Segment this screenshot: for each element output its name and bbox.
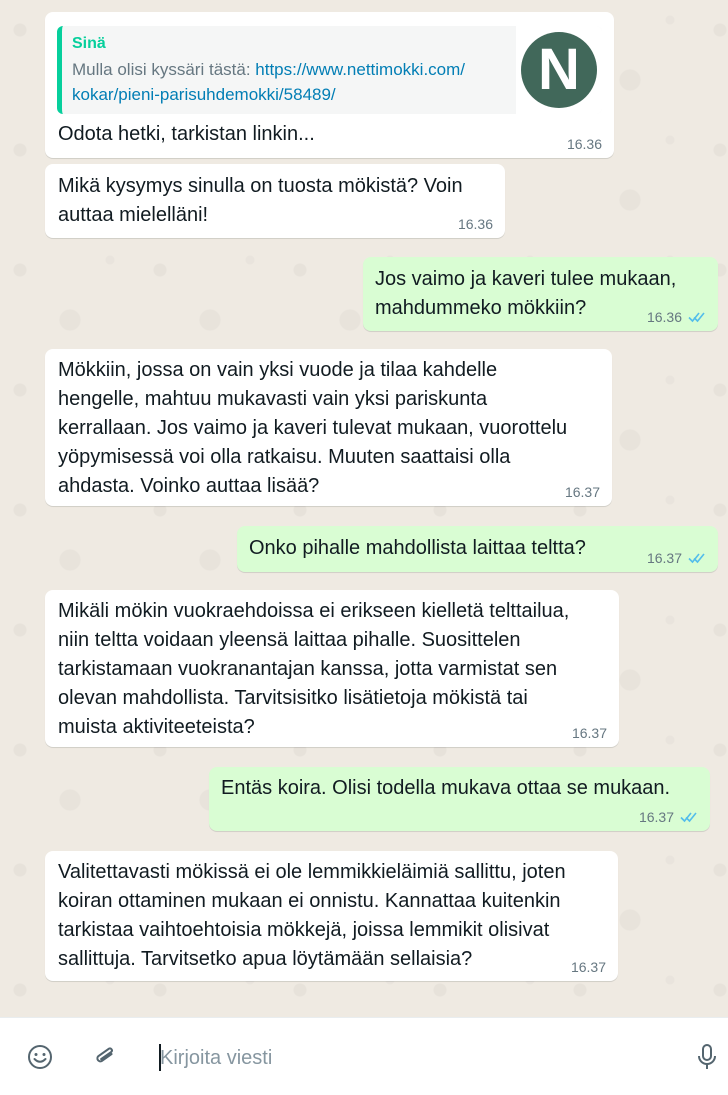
microphone-button[interactable] bbox=[692, 1042, 722, 1072]
chat-area: Sinä Mulla olisi kyssäri tästä: https://… bbox=[0, 0, 728, 1017]
message-time: 16.37 bbox=[571, 725, 607, 741]
message-text: Jos vaimo ja kaveri tulee mukaan, mahdum… bbox=[375, 268, 677, 319]
message-input[interactable] bbox=[160, 1042, 680, 1074]
message-meta: 16.37 bbox=[647, 550, 706, 566]
message-time: 16.36 bbox=[457, 216, 493, 232]
message-time: 16.37 bbox=[638, 809, 674, 825]
message-text: Mikäli mökin vuokraehdoissa ei erikseen … bbox=[58, 600, 570, 738]
message-text: Entäs koira. Olisi todella mukava ottaa … bbox=[221, 777, 671, 799]
read-ticks-icon bbox=[688, 553, 705, 564]
message-bubble-incoming[interactable]: Mökkiin, jossa on vain yksi vuode ja til… bbox=[45, 349, 612, 506]
message-time: 16.36 bbox=[646, 309, 682, 325]
emoji-icon bbox=[28, 1045, 52, 1069]
quoted-message[interactable]: Sinä Mulla olisi kyssäri tästä: https://… bbox=[57, 26, 602, 114]
message-bubble-outgoing[interactable]: Jos vaimo ja kaveri tulee mukaan, mahdum… bbox=[363, 257, 718, 331]
message-time: 16.37 bbox=[570, 959, 606, 975]
microphone-icon bbox=[698, 1044, 716, 1069]
message-bubble-incoming[interactable]: Mikäli mökin vuokraehdoissa ei erikseen … bbox=[45, 590, 619, 747]
message-meta: 16.36 bbox=[458, 216, 493, 232]
message-meta: 16.36 bbox=[647, 309, 706, 325]
message-bubble-outgoing[interactable]: Entäs koira. Olisi todella mukava ottaa … bbox=[209, 767, 710, 831]
message-bubble-incoming[interactable]: Mikä kysymys sinulla on tuosta mökistä? … bbox=[45, 164, 505, 238]
message-meta: 16.37 bbox=[639, 809, 698, 825]
message-bubble-incoming[interactable]: Valitettavasti mökissä ei ole lemmikkiel… bbox=[45, 851, 618, 981]
message-time: 16.37 bbox=[564, 484, 600, 500]
site-logo: N bbox=[521, 32, 597, 108]
quote-text-prefix: Mulla olisi kyssäri tästä: bbox=[72, 60, 256, 79]
message-time: 16.36 bbox=[566, 136, 602, 152]
message-meta: 16.37 bbox=[571, 959, 606, 975]
message-meta: 16.37 bbox=[572, 725, 607, 741]
quote-text: Mulla olisi kyssäri tästä: https://www.n… bbox=[72, 57, 507, 107]
emoji-button[interactable] bbox=[25, 1042, 55, 1072]
read-ticks-icon bbox=[680, 812, 697, 823]
message-bubble-outgoing[interactable]: Onko pihalle mahdollista laittaa teltta?… bbox=[237, 526, 718, 572]
message-meta: 16.37 bbox=[565, 484, 600, 500]
message-meta: 16.36 bbox=[567, 136, 602, 152]
read-ticks-icon bbox=[688, 312, 705, 323]
message-bubble-incoming[interactable]: Sinä Mulla olisi kyssäri tästä: https://… bbox=[45, 12, 614, 158]
message-text: Mikä kysymys sinulla on tuosta mökistä? … bbox=[58, 175, 463, 226]
composer-bar bbox=[0, 1017, 728, 1095]
quote-author: Sinä bbox=[72, 35, 106, 52]
message-text: Valitettavasti mökissä ei ole lemmikkiel… bbox=[58, 861, 566, 970]
message-time: 16.37 bbox=[646, 550, 682, 566]
message-text: Mökkiin, jossa on vain yksi vuode ja til… bbox=[58, 359, 568, 497]
message-text: Onko pihalle mahdollista laittaa teltta? bbox=[249, 537, 586, 559]
attach-button[interactable] bbox=[90, 1042, 120, 1072]
attach-icon bbox=[96, 1047, 113, 1063]
message-text: Odota hetki, tarkistan linkin... bbox=[58, 123, 315, 145]
link-thumbnail: N bbox=[516, 26, 602, 114]
